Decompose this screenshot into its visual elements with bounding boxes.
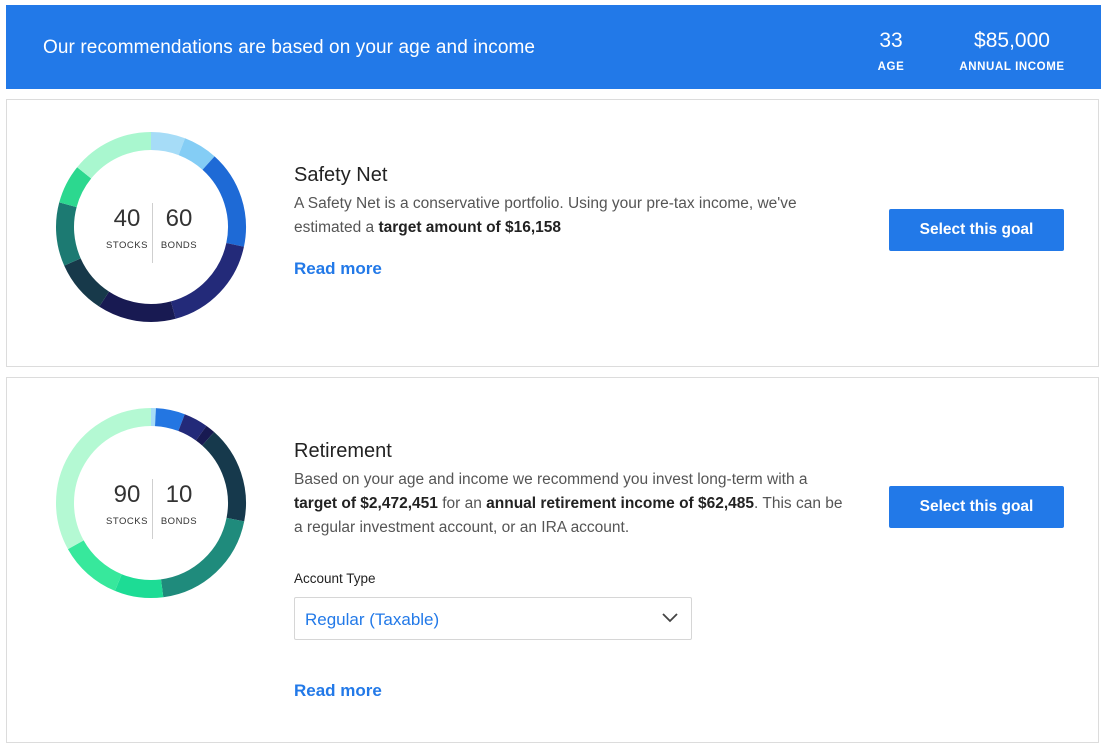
- goal-card-safety-net: 40 STOCKS 60 BONDS Safety Net A Safety N…: [6, 99, 1099, 367]
- goal-description: Based on your age and income we recommen…: [294, 468, 854, 540]
- stocks-share: 40 STOCKS: [102, 205, 152, 251]
- bonds-label: BONDS: [160, 240, 198, 251]
- goal-title: Retirement: [294, 440, 392, 462]
- bonds-percent: 60: [165, 205, 193, 232]
- target-amount: target of $2,472,451: [294, 495, 438, 512]
- recommendation-banner: Our recommendations are based on your ag…: [6, 5, 1101, 89]
- retirement-income: annual retirement income of $62,485: [486, 495, 755, 512]
- donut-segment: [77, 132, 152, 179]
- donut-segment: [150, 132, 186, 156]
- donut-segment: [99, 291, 176, 322]
- stocks-percent: 90: [113, 481, 141, 508]
- stocks-label: STOCKS: [106, 240, 148, 251]
- bonds-label: BONDS: [160, 516, 198, 527]
- allocation-split: 90 STOCKS 10 BONDS: [53, 479, 249, 539]
- donut-segment: [154, 408, 185, 432]
- income-stat: $85,000 ANNUAL INCOME: [952, 29, 1072, 73]
- goal-description: A Safety Net is a conservative portfolio…: [294, 192, 854, 240]
- account-type-select[interactable]: Regular (Taxable): [294, 597, 692, 640]
- goal-content: Retirement Based on your age and income …: [294, 440, 854, 700]
- account-type-value: Regular (Taxable): [305, 610, 440, 629]
- donut-segment: [178, 414, 207, 441]
- target-amount: target amount of $16,158: [378, 219, 562, 236]
- donut-segment: [114, 574, 164, 598]
- split-divider: [152, 203, 153, 263]
- bonds-percent: 10: [165, 481, 193, 508]
- desc-text: for an: [437, 495, 487, 512]
- stocks-percent: 40: [113, 205, 141, 232]
- chevron-down-icon: [662, 613, 678, 623]
- goal-card-retirement: 90 STOCKS 10 BONDS Retirement Based on y…: [6, 377, 1099, 743]
- age-label: AGE: [877, 61, 905, 73]
- age-value: 33: [879, 29, 903, 52]
- age-stat: 33 AGE: [872, 29, 910, 73]
- goal-content: Safety Net A Safety Net is a conservativ…: [294, 164, 854, 278]
- desc-text: Based on your age and income we recommen…: [294, 471, 808, 488]
- select-goal-button[interactable]: Select this goal: [889, 209, 1064, 251]
- banner-title: Our recommendations are based on your ag…: [43, 37, 536, 58]
- donut-segment: [67, 540, 123, 591]
- select-goal-button[interactable]: Select this goal: [889, 486, 1064, 528]
- allocation-split: 40 STOCKS 60 BONDS: [53, 203, 249, 263]
- stocks-label: STOCKS: [106, 516, 148, 527]
- account-type-label: Account Type: [294, 571, 376, 586]
- donut-segment: [59, 167, 92, 208]
- read-more-link[interactable]: Read more: [294, 259, 382, 279]
- bonds-share: 10 BONDS: [154, 481, 204, 527]
- income-label: ANNUAL INCOME: [959, 61, 1065, 73]
- bonds-share: 60 BONDS: [154, 205, 204, 251]
- donut-segment: [178, 138, 215, 170]
- donut-segment: [195, 425, 215, 446]
- allocation-donut: 90 STOCKS 10 BONDS: [53, 405, 249, 601]
- allocation-donut: 40 STOCKS 60 BONDS: [53, 129, 249, 325]
- income-value: $85,000: [974, 29, 1050, 52]
- donut-segment: [64, 258, 110, 307]
- stocks-share: 90 STOCKS: [102, 481, 152, 527]
- goal-title: Safety Net: [294, 164, 388, 186]
- read-more-link[interactable]: Read more: [294, 681, 382, 701]
- split-divider: [152, 479, 153, 539]
